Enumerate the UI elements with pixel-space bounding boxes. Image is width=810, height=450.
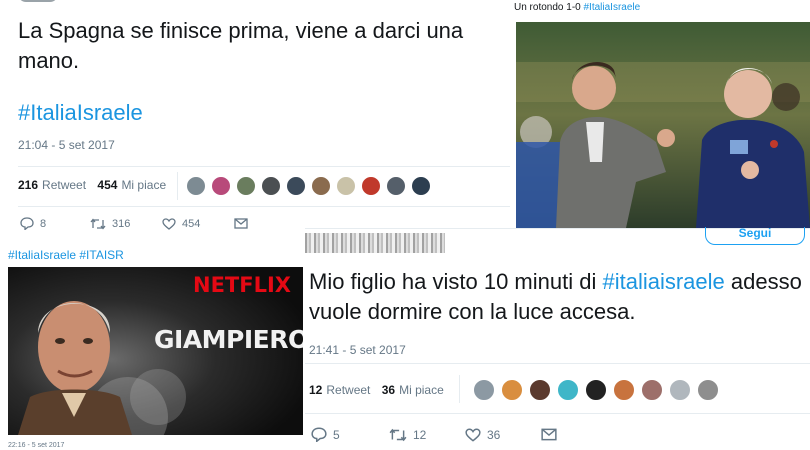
- tweet-stats: 216 Retweet 454 Mi piace: [18, 178, 166, 192]
- celebration-illustration: [516, 22, 810, 228]
- tweet-card-luce: Segui Mio figlio ha visto 10 minuti di #…: [305, 227, 810, 450]
- like-button[interactable]: 36: [465, 427, 541, 442]
- like-label[interactable]: Mi piace: [399, 383, 444, 397]
- reply-count: 5: [333, 427, 340, 442]
- divider: [18, 166, 510, 167]
- blurred-username: [305, 233, 445, 253]
- liker-avatar[interactable]: [529, 379, 551, 401]
- liker-avatar[interactable]: [361, 176, 381, 196]
- liker-avatar[interactable]: [557, 379, 579, 401]
- photo-tweet-card: Un rotondo 1-0 #ItaliaIsraele: [510, 0, 810, 230]
- reply-button[interactable]: 8: [20, 217, 90, 230]
- netflix-poster[interactable]: NETFLIX GIAMPIEROS: [8, 267, 303, 435]
- retweet-button[interactable]: 316: [90, 217, 162, 230]
- retweet-action-count: 316: [112, 217, 131, 230]
- like-count[interactable]: 36: [382, 383, 395, 397]
- heart-icon: [162, 217, 176, 230]
- tweet-text: La Spagna se finisce prima, viene a darc…: [18, 18, 464, 73]
- liker-avatar[interactable]: [236, 176, 256, 196]
- liker-avatar[interactable]: [613, 379, 635, 401]
- like-action-count: 36: [487, 427, 501, 442]
- retweet-label[interactable]: Retweet: [326, 383, 370, 397]
- reply-button[interactable]: 5: [311, 427, 389, 442]
- celebration-photo[interactable]: [516, 22, 810, 228]
- retweet-icon: [389, 428, 407, 441]
- liker-avatar[interactable]: [311, 176, 331, 196]
- divider: [18, 206, 510, 207]
- tweet-card-spagna: La Spagna se finisce prima, viene a darc…: [0, 0, 510, 235]
- tweet-actions: 5 12 36: [311, 427, 557, 442]
- netflix-logo: NETFLIX: [193, 273, 291, 297]
- photo-caption: Un rotondo 1-0 #ItaliaIsraele: [514, 2, 640, 13]
- liker-avatar[interactable]: [411, 176, 431, 196]
- tweet-actions: 8 316 454: [20, 217, 248, 230]
- retweet-icon: [90, 217, 106, 230]
- liker-avatar[interactable]: [186, 176, 206, 196]
- meme-caption[interactable]: #ItaliaIsraele #ITAISR: [8, 248, 124, 262]
- tweet-text-start: Mio figlio ha visto 10 minuti di: [309, 269, 603, 294]
- liker-avatar[interactable]: [473, 379, 495, 401]
- retweet-count[interactable]: 216: [18, 178, 38, 192]
- hashtag-link[interactable]: #ItaliaIsraele: [584, 2, 641, 13]
- reply-icon: [20, 217, 34, 230]
- liker-avatar[interactable]: [386, 176, 406, 196]
- reply-count: 8: [40, 217, 47, 230]
- retweet-label[interactable]: Retweet: [42, 178, 86, 192]
- liker-avatar[interactable]: [261, 176, 281, 196]
- likers-avatars: [473, 379, 719, 401]
- retweet-action-count: 12: [413, 427, 427, 442]
- envelope-icon: [234, 218, 248, 229]
- poster-title: GIAMPIEROS: [154, 325, 303, 354]
- tweet-text: Mio figlio ha visto 10 minuti di #italia…: [309, 267, 809, 327]
- retweet-button[interactable]: 12: [389, 427, 465, 442]
- tweet-timestamp[interactable]: 21:04 - 5 set 2017: [18, 138, 115, 152]
- avatar[interactable]: [18, 0, 58, 2]
- retweet-count[interactable]: 12: [309, 383, 322, 397]
- reply-icon: [311, 427, 327, 442]
- divider: [459, 375, 460, 403]
- like-button[interactable]: 454: [162, 217, 234, 230]
- liker-avatar[interactable]: [697, 379, 719, 401]
- message-button[interactable]: [234, 217, 248, 230]
- heart-icon: [465, 428, 481, 442]
- liker-avatar[interactable]: [585, 379, 607, 401]
- message-button[interactable]: [541, 427, 557, 442]
- follow-button[interactable]: Segui: [705, 227, 805, 245]
- divider: [305, 413, 810, 414]
- caption-text: Un rotondo 1-0: [514, 2, 581, 13]
- tweet-timestamp[interactable]: 21:41 - 5 set 2017: [309, 343, 406, 357]
- like-label[interactable]: Mi piace: [121, 178, 166, 192]
- liker-avatar[interactable]: [286, 176, 306, 196]
- likers-avatars: [186, 176, 431, 196]
- liker-avatar[interactable]: [501, 379, 523, 401]
- like-action-count: 454: [182, 217, 201, 230]
- envelope-icon: [541, 428, 557, 441]
- divider: [305, 363, 810, 364]
- divider: [177, 172, 178, 200]
- liker-avatar[interactable]: [336, 176, 356, 196]
- meme-card: #ItaliaIsraele #ITAISR NETFLIX GIAMPIERO…: [0, 240, 305, 450]
- like-count[interactable]: 454: [97, 178, 117, 192]
- liker-avatar[interactable]: [669, 379, 691, 401]
- liker-avatar[interactable]: [641, 379, 663, 401]
- hashtag-link[interactable]: #ItaliaIsraele: [18, 100, 143, 126]
- hashtag-link[interactable]: #italiaisraele: [602, 269, 724, 294]
- tweet-stats: 12 Retweet 36 Mi piace: [309, 383, 444, 397]
- liker-avatar[interactable]: [211, 176, 231, 196]
- meme-timestamp[interactable]: 22:16 - 5 set 2017: [8, 442, 64, 449]
